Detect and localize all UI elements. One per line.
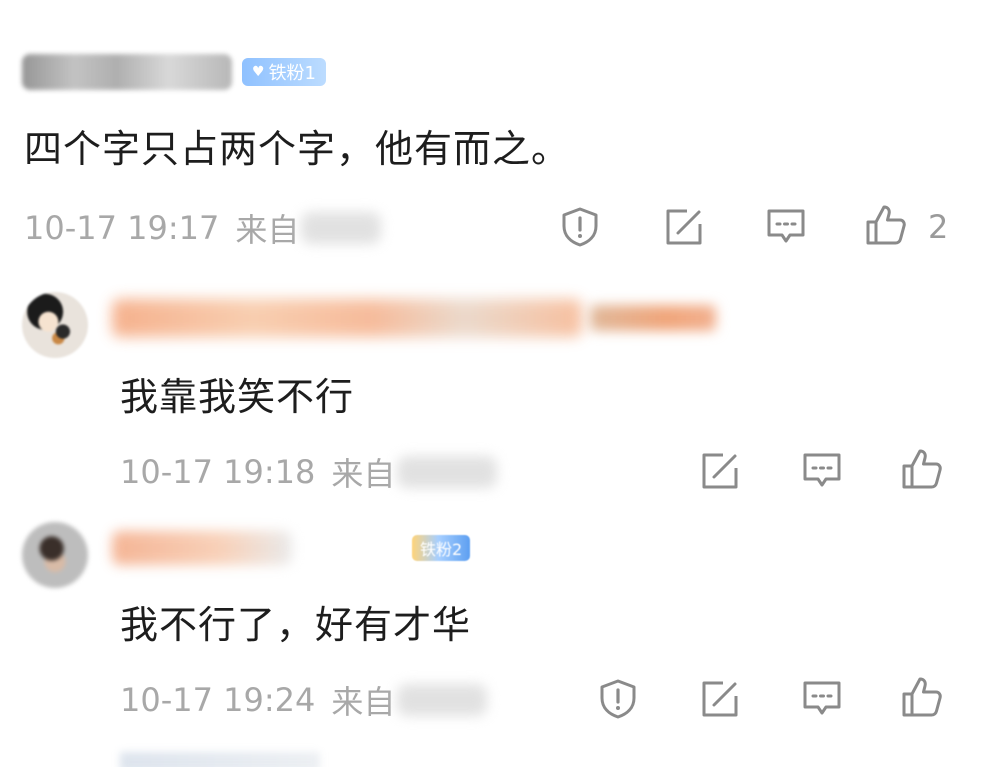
comment-bubble-icon	[767, 209, 805, 243]
thumbs-up-icon	[902, 677, 942, 717]
fan-badge[interactable]: ♥ 铁粉1	[242, 58, 327, 86]
comment-bubble-icon	[803, 453, 841, 487]
report-button[interactable]	[558, 205, 602, 249]
external-link-icon	[666, 209, 702, 245]
comment-text: 四个字只占两个字，他有而之。	[24, 127, 571, 171]
reply-button[interactable]	[800, 677, 844, 721]
source-blurred	[301, 212, 382, 244]
reply-source-label: 来自	[331, 683, 396, 721]
share-button[interactable]	[662, 205, 706, 249]
comment-source-label: 来自	[235, 211, 300, 249]
username-blurred[interactable]	[112, 531, 292, 565]
source-blurred	[397, 456, 498, 488]
reply-meta: 10-17 19:24 来自	[120, 678, 488, 722]
fan-badge-label: 铁粉1	[268, 63, 317, 84]
source-blurred	[397, 684, 488, 716]
like-button[interactable]	[900, 675, 944, 719]
fan-badge[interactable]: 铁粉2	[412, 535, 471, 561]
reply-meta: 10-17 19:18 来自	[120, 450, 498, 494]
fan-badge-label: 铁粉2	[420, 540, 463, 559]
like-button[interactable]	[900, 447, 944, 491]
comment-bubble-icon	[803, 681, 841, 715]
comment-thread: ♥ 铁粉1 四个字只占两个字，他有而之。 10-17 19:17 来自 2 我靠…	[0, 0, 992, 767]
comment-meta: 10-17 19:17 来自	[24, 206, 382, 250]
reply-text: 我不行了，好有才华	[120, 603, 472, 647]
reply-button[interactable]	[800, 449, 844, 493]
reply-text: 我靠我笑不行	[120, 375, 355, 419]
next-comment-partial	[120, 752, 320, 767]
shield-exclaim-icon	[600, 679, 636, 719]
reply-source-label: 来自	[331, 455, 396, 493]
comment-header: ♥ 铁粉1	[22, 50, 327, 94]
reply-timestamp: 10-17 19:18	[120, 453, 316, 491]
report-button[interactable]	[596, 677, 640, 721]
share-button[interactable]	[698, 449, 742, 493]
fan-badge-blurred[interactable]	[590, 305, 716, 331]
reply-timestamp: 10-17 19:24	[120, 681, 316, 719]
reply-header: 铁粉2	[112, 528, 471, 568]
comment-timestamp: 10-17 19:17	[24, 209, 220, 247]
reply-button[interactable]	[764, 205, 808, 249]
external-link-icon	[702, 681, 738, 717]
share-button[interactable]	[698, 677, 742, 721]
reply-header	[112, 298, 716, 338]
thumbs-up-icon	[902, 449, 942, 489]
external-link-icon	[702, 453, 738, 489]
heart-icon: ♥	[252, 64, 265, 80]
avatar[interactable]	[22, 292, 88, 358]
shield-exclaim-icon	[562, 207, 598, 247]
avatar[interactable]	[22, 522, 88, 588]
like-button[interactable]	[864, 203, 908, 247]
username-blurred[interactable]	[22, 54, 232, 90]
thumbs-up-icon	[866, 205, 906, 245]
username-blurred[interactable]	[112, 299, 582, 337]
like-count: 2	[928, 208, 949, 246]
